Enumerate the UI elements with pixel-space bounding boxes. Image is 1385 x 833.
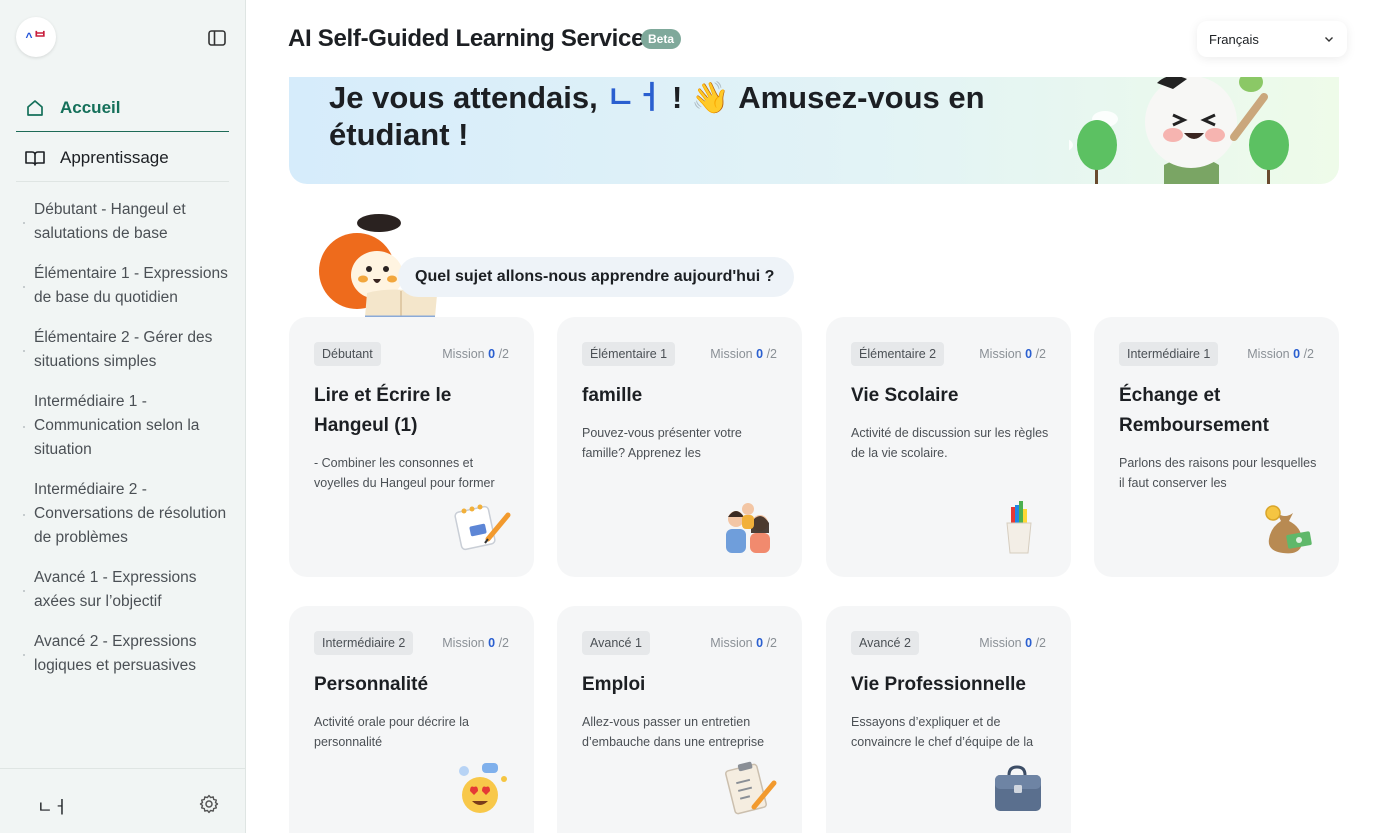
clipboard-icon: [725, 761, 777, 815]
settings-gear-icon[interactable]: [198, 793, 220, 815]
heart-eyes-icon: [459, 763, 507, 813]
level-list: Débutant - Hangeul et salutations de bas…: [16, 198, 229, 678]
sidebar: ^ ᄇ Accueil Apprentissage Débutant - Hang…: [0, 0, 246, 833]
card-title: Personnalité: [314, 674, 429, 695]
card-description: - Combiner les consonnes et voyelles du …: [314, 456, 495, 490]
beta-badge: Beta: [641, 29, 682, 49]
welcome-message: Je vous attendais, ㄴㅓ ! 👋 Amusez-vous en…: [329, 79, 1009, 153]
level-badge: Avancé 2: [851, 631, 919, 655]
level-badge: Débutant: [314, 342, 381, 366]
book-icon: [25, 150, 45, 166]
mission-progress: Mission 0 /2: [710, 636, 777, 650]
level-item-elementaire-2[interactable]: Élémentaire 2 - Gérer des situations sim…: [16, 326, 229, 374]
sidebar-toggle-icon[interactable]: [206, 27, 228, 49]
level-badge: Intermédiaire 2: [314, 631, 414, 655]
nav-home[interactable]: Accueil: [16, 84, 229, 132]
chevron-down-icon: [1325, 37, 1333, 42]
language-select[interactable]: Français: [1197, 21, 1347, 57]
nav-learning-label: Apprentissage: [60, 147, 169, 167]
mascot-illustration-icon: [1069, 77, 1289, 184]
welcome-banner: Je vous attendais, ㄴㅓ ! 👋 Amusez-vous en…: [289, 77, 1339, 184]
card-title: Lire et Écrire le Hangeul (1): [314, 385, 452, 436]
mission-progress: Mission 0 /2: [442, 636, 509, 650]
topic-card[interactable]: Débutant Mission 0 /2 Lire et Écrire le …: [289, 317, 534, 577]
welcome-user-name: ㄴㅓ: [606, 80, 664, 115]
mission-progress: Mission 0 /2: [979, 636, 1046, 650]
level-badge: Avancé 1: [582, 631, 650, 655]
card-title: Vie Professionnelle: [851, 674, 1026, 695]
topic-card[interactable]: Avancé 1 Mission 0 /2 Emploi Allez-vous …: [557, 606, 802, 833]
nav-learning[interactable]: Apprentissage: [16, 134, 229, 182]
card-title: Échange et Remboursement: [1119, 385, 1269, 436]
mission-progress: Mission 0 /2: [442, 347, 509, 361]
pencil-cup-icon: [1006, 501, 1032, 554]
level-item-intermediaire-1[interactable]: Intermédiaire 1 - Communication selon la…: [16, 390, 229, 462]
welcome-prefix: Je vous attendais,: [329, 80, 607, 115]
mission-progress: Mission 0 /2: [710, 347, 777, 361]
card-description: Pouvez-vous présenter votre famille? App…: [582, 426, 742, 460]
app-logo[interactable]: ^ ᄇ: [16, 17, 56, 57]
money-bag-icon: [1265, 505, 1312, 554]
greeting-bubble: Quel sujet allons-nous apprendre aujourd…: [398, 257, 795, 297]
card-title: Vie Scolaire: [851, 385, 959, 406]
topic-card[interactable]: Intermédiaire 1 Mission 0 /2 Échange et …: [1094, 317, 1339, 577]
notebook-icon: [454, 504, 511, 551]
level-badge: Élémentaire 1: [582, 342, 676, 366]
level-item-avance-2[interactable]: Avancé 2 - Expressions logiques et persu…: [16, 630, 229, 678]
home-icon: [27, 99, 43, 116]
card-title: famille: [582, 385, 643, 406]
card-description: Essayons d’expliquer et de convaincre le…: [851, 715, 1034, 749]
level-item-elementaire-1[interactable]: Élémentaire 1 - Expressions de base du q…: [16, 262, 229, 310]
family-icon: [726, 503, 770, 553]
briefcase-icon: [995, 765, 1041, 811]
sidebar-footer: ㄴㅓ: [0, 768, 245, 833]
language-value: Français: [1209, 31, 1259, 47]
topic-card[interactable]: Élémentaire 1 Mission 0 /2 famille Pouve…: [557, 317, 802, 577]
card-description: Allez-vous passer un entretien d’embauch…: [582, 715, 765, 749]
app-title: AI Self-Guided Learning Service: [288, 25, 645, 52]
card-description: Activité orale pour décrire la personnal…: [314, 715, 469, 749]
level-badge: Élémentaire 2: [851, 342, 945, 366]
card-title: Emploi: [582, 674, 646, 695]
topic-card[interactable]: Élémentaire 2 Mission 0 /2 Vie Scolaire …: [826, 317, 1071, 577]
card-description: Parlons des raisons pour lesquelles il f…: [1119, 456, 1317, 490]
nav-home-label: Accueil: [60, 97, 121, 117]
level-item-intermediaire-2[interactable]: Intermédiaire 2 - Conversations de résol…: [16, 478, 229, 550]
card-description: Activité de discussion sur les règles de…: [851, 426, 1049, 460]
mission-progress: Mission 0 /2: [979, 347, 1046, 361]
user-name[interactable]: ㄴㅓ: [37, 793, 68, 818]
topic-card[interactable]: Avancé 2 Mission 0 /2 Vie Professionnell…: [826, 606, 1071, 833]
topic-card[interactable]: Intermédiaire 2 Mission 0 /2 Personnalit…: [289, 606, 534, 833]
mission-progress: Mission 0 /2: [1247, 347, 1314, 361]
level-badge: Intermédiaire 1: [1119, 342, 1219, 366]
level-item-debutant[interactable]: Débutant - Hangeul et salutations de bas…: [16, 198, 229, 246]
level-item-avance-1[interactable]: Avancé 1 - Expressions axées sur l’objec…: [16, 566, 229, 614]
